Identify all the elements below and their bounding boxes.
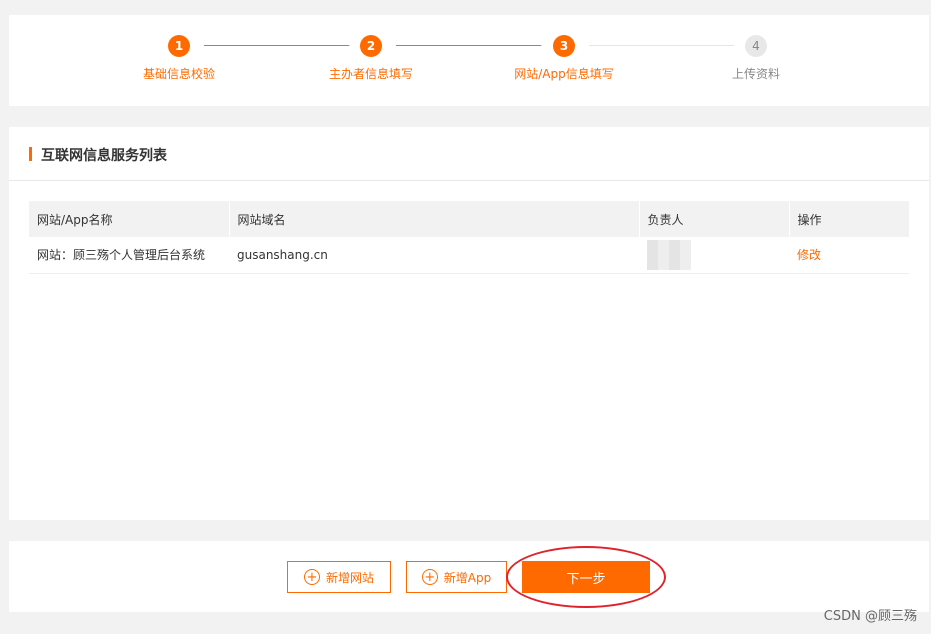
column-header-name: 网站/App名称: [29, 201, 230, 237]
step-number: 3: [553, 35, 575, 57]
edit-link[interactable]: 修改: [797, 248, 821, 262]
add-website-button[interactable]: + 新增网站: [287, 561, 391, 593]
step-4: 4 上传资料: [696, 35, 816, 82]
service-list-panel: 互联网信息服务列表 网站/App名称 网站域名 负责人 操作 网站：顾三殇个人管…: [9, 127, 929, 520]
cell-domain: gusanshang.cn: [229, 237, 639, 274]
step-number: 1: [168, 35, 190, 57]
column-header-owner: 负责人: [639, 201, 790, 237]
step-1: 1 基础信息校验: [119, 35, 239, 82]
cell-name: 网站：顾三殇个人管理后台系统: [29, 237, 229, 274]
cell-owner: [639, 237, 789, 274]
step-number: 2: [360, 35, 382, 57]
plus-circle-icon: +: [421, 569, 438, 585]
watermark: CSDN @顾三殇: [823, 609, 917, 624]
table-header-row: 网站/App名称 网站域名 负责人 操作: [29, 201, 910, 237]
step-number: 4: [745, 35, 767, 57]
owner-redacted: [647, 239, 691, 270]
add-website-label: 新增网站: [325, 570, 374, 585]
column-header-domain: 网站域名: [229, 201, 640, 237]
action-panel: + 新增网站 + 新增App 下一步: [9, 541, 929, 612]
stepper-panel: 1 基础信息校验 2 主办者信息填写 3 网站/App信息填写 4 上传资料: [9, 15, 929, 106]
title-accent-bar: [29, 147, 32, 161]
step-label: 主办者信息填写: [328, 67, 413, 81]
next-step-button[interactable]: 下一步: [522, 561, 650, 593]
list-header: 互联网信息服务列表: [9, 127, 929, 181]
column-header-action: 操作: [789, 201, 910, 237]
list-title: 互联网信息服务列表: [41, 148, 167, 164]
step-label: 网站/App信息填写: [514, 67, 614, 81]
step-label: 基础信息校验: [142, 67, 215, 81]
step-2: 2 主办者信息填写: [311, 35, 431, 82]
plus-circle-icon: +: [303, 569, 320, 585]
add-app-label: 新增App: [443, 570, 492, 585]
step-3: 3 网站/App信息填写: [504, 35, 624, 82]
table-row: 网站：顾三殇个人管理后台系统 gusanshang.cn 修改: [29, 237, 909, 274]
add-app-button[interactable]: + 新增App: [406, 561, 507, 593]
service-table: 网站/App名称 网站域名 负责人 操作 网站：顾三殇个人管理后台系统 gusa…: [29, 201, 910, 274]
step-label: 上传资料: [731, 67, 780, 81]
cell-action: 修改: [789, 237, 909, 274]
